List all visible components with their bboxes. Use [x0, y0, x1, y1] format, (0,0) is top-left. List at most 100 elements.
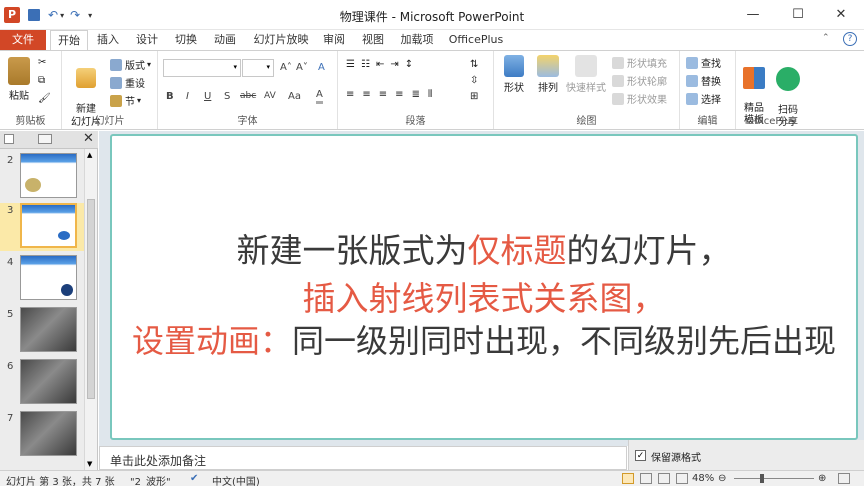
tab-file[interactable]: 文件	[0, 30, 46, 50]
font-color-button[interactable]: A	[316, 89, 323, 104]
align-text-icon[interactable]: ⇳	[470, 75, 478, 86]
zoom-in-icon[interactable]: ⊕	[818, 473, 826, 484]
paste-icon	[8, 57, 30, 85]
tab-home[interactable]: 开始	[50, 30, 88, 50]
tab-animations[interactable]: 动画	[209, 30, 241, 50]
bold-button[interactable]: B	[166, 91, 174, 102]
tab-transitions[interactable]: 切换	[170, 30, 202, 50]
tab-slideshow[interactable]: 幻灯片放映	[250, 30, 312, 50]
zoom-out-icon[interactable]: ⊖	[718, 473, 726, 484]
current-slide[interactable]: 新建一张版式为仅标题的幻灯片， 插入射线列表式关系图， 设置动画：同一级别同时出…	[110, 134, 858, 440]
layout-button[interactable]: 版式 ▾	[110, 57, 151, 72]
align-center-icon[interactable]: ≡	[362, 89, 370, 100]
thumbnail-slide-4[interactable]: 4	[0, 255, 84, 303]
zoom-slider[interactable]	[734, 478, 814, 479]
maximize-button[interactable]: ☐	[783, 4, 813, 26]
quick-styles-button[interactable]: 快速样式	[564, 55, 608, 94]
scroll-thumb[interactable]	[87, 199, 95, 399]
align-right-icon[interactable]: ≡	[379, 89, 387, 100]
normal-view-icon[interactable]	[622, 473, 634, 484]
line-spacing-icon[interactable]: ↕	[405, 59, 413, 70]
fit-to-window-icon[interactable]	[838, 473, 850, 484]
slide-thumbnail[interactable]	[20, 203, 77, 248]
scroll-up-icon[interactable]: ▲	[87, 151, 92, 159]
text-direction-icon[interactable]: ⇅	[470, 59, 478, 70]
select-button[interactable]: 选择	[686, 91, 721, 106]
change-case-button[interactable]: Aa	[288, 91, 301, 102]
strikethrough-button[interactable]: abc	[240, 91, 256, 101]
slide-thumbnail[interactable]	[20, 411, 77, 456]
grow-font-button[interactable]: A˄	[280, 62, 292, 73]
slide-line-2[interactable]: 插入射线列表式关系图，	[112, 272, 856, 320]
thumbnail-slide-6[interactable]: 6	[0, 359, 84, 407]
tab-addins[interactable]: 加载项	[396, 30, 438, 50]
theme-name[interactable]: "2_波形"	[130, 473, 171, 486]
sorter-view-icon[interactable]	[640, 473, 652, 484]
bullets-icon[interactable]: ☰	[346, 59, 355, 70]
thumbnail-slide-5[interactable]: 5	[0, 307, 84, 355]
shrink-font-button[interactable]: A˅	[296, 62, 308, 73]
columns-icon[interactable]: ⫴	[428, 89, 432, 100]
thumbnail-scrollbar[interactable]: ▲ ▼	[84, 149, 97, 470]
scroll-down-icon[interactable]: ▼	[87, 460, 92, 468]
close-button[interactable]: ✕	[826, 4, 856, 26]
shape-fill-button[interactable]: 形状填充	[612, 55, 667, 70]
slide-thumbnail[interactable]	[20, 359, 77, 404]
tab-review[interactable]: 审阅	[318, 30, 350, 50]
thumbnail-slide-3[interactable]: 3	[0, 203, 84, 251]
zoom-slider-thumb[interactable]	[760, 474, 764, 483]
font-name-combo[interactable]: ▾	[163, 59, 241, 77]
replace-button[interactable]: 替换	[686, 73, 721, 88]
decrease-indent-icon[interactable]: ⇤	[376, 59, 384, 70]
section-button[interactable]: 节 ▾	[110, 93, 141, 108]
shapes-button[interactable]: 形状	[498, 55, 530, 94]
italic-button[interactable]: I	[186, 91, 189, 102]
char-spacing-button[interactable]: AV	[264, 91, 276, 101]
slide-thumbnail[interactable]	[20, 153, 77, 198]
font-size-combo[interactable]: ▾	[242, 59, 274, 77]
smartart-convert-icon[interactable]: ⊞	[470, 91, 478, 102]
outline-tab-icon[interactable]	[38, 134, 52, 144]
numbering-icon[interactable]: ☷	[361, 59, 370, 70]
language-indicator[interactable]: 中文(中国)	[212, 473, 260, 486]
slide-line-1[interactable]: 新建一张版式为仅标题的幻灯片，	[112, 224, 856, 272]
tab-design[interactable]: 设计	[131, 30, 163, 50]
ribbon: 粘贴 ✂ ⧉ 🖌 剪贴板 新建 幻灯片 版式 ▾ 重设 节 ▾ 幻灯片 ▾ ▾ A˄…	[0, 50, 864, 130]
reading-view-icon[interactable]	[658, 473, 670, 484]
thumbnail-slide-7[interactable]: 7	[0, 411, 84, 459]
group-paragraph: ☰ ☷ ⇤ ⇥ ↕ ≡ ≡ ≡ ≡ ≣ ⫴ ⇅ ⇳ ⊞ 段落	[338, 51, 494, 129]
keep-format-checkbox[interactable]: ✓	[635, 450, 646, 461]
increase-indent-icon[interactable]: ⇥	[390, 59, 398, 70]
arrange-button[interactable]: 排列	[532, 55, 564, 94]
slide-line-3[interactable]: 设置动画：同一级别同时出现，不同级别先后出现	[112, 316, 856, 362]
format-painter-icon[interactable]: 🖌	[38, 93, 51, 104]
minimize-button[interactable]: —	[738, 4, 768, 26]
paste-button[interactable]: 粘贴	[4, 57, 34, 102]
notes-pane[interactable]: 单击此处添加备注	[99, 446, 627, 470]
justify-icon[interactable]: ≡	[395, 89, 403, 100]
reset-button[interactable]: 重设	[110, 75, 145, 90]
slide-thumbnail[interactable]	[20, 307, 77, 352]
align-left-icon[interactable]: ≡	[346, 89, 354, 100]
shape-outline-button[interactable]: 形状轮廓	[612, 73, 667, 88]
tab-insert[interactable]: 插入	[92, 30, 124, 50]
clear-format-button[interactable]: A	[318, 62, 325, 73]
spellcheck-icon[interactable]: ✔	[190, 473, 198, 484]
slide-thumbnail[interactable]	[20, 255, 77, 300]
slideshow-view-icon[interactable]	[676, 473, 688, 484]
distributed-icon[interactable]: ≣	[412, 89, 420, 100]
copy-icon[interactable]: ⧉	[38, 75, 45, 86]
collapse-ribbon-icon[interactable]: ⌃	[822, 33, 830, 43]
help-icon[interactable]: ?	[843, 32, 857, 46]
tab-officeplus[interactable]: OfficePlus	[446, 30, 506, 50]
close-panel-icon[interactable]: ✕	[83, 131, 94, 146]
tab-view[interactable]: 视图	[357, 30, 389, 50]
zoom-level[interactable]: 48%	[692, 473, 714, 484]
slides-tab-icon[interactable]	[4, 134, 14, 144]
underline-button[interactable]: U	[204, 91, 211, 102]
thumbnail-slide-2[interactable]: 2	[0, 153, 84, 201]
shape-effects-button[interactable]: 形状效果	[612, 91, 667, 106]
text-shadow-button[interactable]: S	[224, 91, 230, 102]
cut-icon[interactable]: ✂	[38, 57, 46, 68]
find-button[interactable]: 查找	[686, 55, 721, 70]
